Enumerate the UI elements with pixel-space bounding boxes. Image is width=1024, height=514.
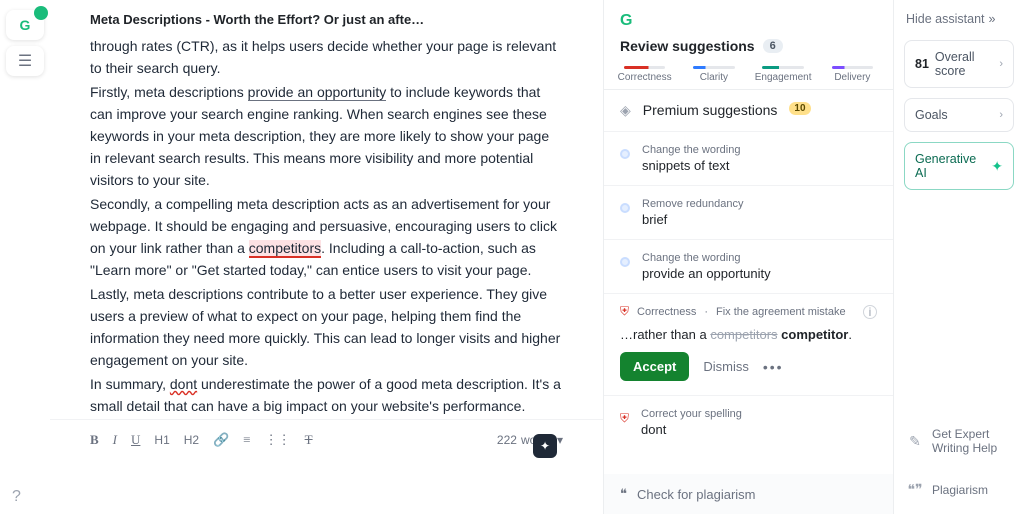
tab-label: Delivery [834, 72, 870, 83]
suggestion-card[interactable]: Remove redundancy brief [604, 186, 893, 240]
spelling-error[interactable]: dont [170, 376, 197, 392]
premium-label: Premium suggestions [643, 102, 778, 118]
italic-button[interactable]: I [113, 432, 117, 448]
goals-card[interactable]: Goals › [904, 98, 1014, 132]
rule-label: Fix the agreement mistake [716, 306, 846, 318]
sparkle-icon: ✦ [991, 158, 1003, 175]
tab-delivery[interactable]: Delivery [818, 66, 887, 83]
plagiarism-button[interactable]: ❝❞ Plagiarism [904, 473, 1014, 506]
tab-label: Engagement [755, 72, 812, 83]
dock: G ☰ ? [0, 0, 50, 514]
error-highlight[interactable]: competitors [249, 240, 321, 258]
suggestion-card[interactable]: Change the wording snippets of text [604, 132, 893, 186]
tab-clarity[interactable]: Clarity [679, 66, 748, 83]
diamond-icon: ◈ [620, 102, 631, 119]
clarity-dot-icon [620, 203, 630, 213]
numbered-list-button[interactable]: ≡ [243, 432, 250, 448]
accept-button[interactable]: Accept [620, 352, 689, 381]
grammarly-logo-icon: G [20, 17, 31, 33]
link-button[interactable]: 🔗 [213, 432, 229, 448]
more-options-button[interactable]: ••• [763, 359, 784, 375]
bold-button[interactable]: B [90, 432, 99, 448]
text: In summary, [90, 376, 170, 392]
sliders-icon: ☰ [18, 51, 32, 71]
grammarly-logo-icon: G [620, 12, 877, 30]
suggestion-text: brief [642, 212, 744, 227]
dock-tools-button[interactable]: ☰ [6, 46, 44, 76]
ai-assist-button[interactable]: ✦ [533, 434, 557, 458]
suggestion-text: snippets of text [642, 158, 740, 173]
plagiarism-label: Plagiarism [932, 483, 988, 497]
suggestion-count-badge: 6 [763, 39, 783, 53]
generative-ai-card[interactable]: Generative AI ✦ [904, 142, 1014, 190]
expanded-suggestion: ⛨ Correctness · Fix the agreement mistak… [604, 294, 893, 396]
hide-label: Hide assistant [906, 12, 985, 26]
info-icon[interactable]: i [863, 305, 877, 319]
hide-assistant-button[interactable]: Hide assistant » [904, 8, 1014, 30]
text: through rates (CTR), as it helps users d… [90, 38, 556, 76]
clarity-dot-icon [620, 257, 630, 267]
overall-score-card[interactable]: 81 Overall score › [904, 40, 1014, 88]
expert-help-button[interactable]: ✎ Get ExpertWriting Help [904, 419, 1014, 463]
chevron-right-icon: › [999, 58, 1003, 70]
person-icon: ✎ [906, 433, 924, 450]
document-title[interactable]: Meta Descriptions - Worth the Effort? Or… [50, 0, 603, 31]
editor-pane: Meta Descriptions - Worth the Effort? Or… [50, 0, 604, 514]
suggestion-hint: Remove redundancy [642, 198, 744, 210]
underline-button[interactable]: U [131, 432, 140, 448]
chevron-down-icon: ▾ [557, 433, 563, 447]
suggestion-hint: Change the wording [642, 144, 740, 156]
right-rail: Hide assistant » 81 Overall score › Goal… [894, 0, 1024, 514]
suggestion-card[interactable]: Change the wording provide an opportunit… [604, 240, 893, 294]
suggestion-text: dont [641, 422, 742, 437]
chevron-right-icon: » [989, 12, 996, 26]
quote-icon: ❝ [620, 486, 627, 502]
clear-format-button[interactable]: T [305, 432, 313, 448]
underlined-phrase[interactable]: provide an opportunity [248, 84, 387, 101]
tab-label: Clarity [700, 72, 728, 83]
panel-title: Review suggestions [620, 38, 755, 54]
tab-label: Correctness [618, 72, 672, 83]
editor-toolbar: B I U H1 H2 🔗 ≡ ⋮⋮ T 222 words ▾ [50, 419, 603, 459]
suggestion-list: ◈ Premium suggestions 10 Change the word… [604, 90, 893, 474]
h1-button[interactable]: H1 [154, 433, 169, 447]
tab-correctness[interactable]: Correctness [610, 66, 679, 83]
premium-suggestions-card[interactable]: ◈ Premium suggestions 10 [604, 90, 893, 132]
suggestion-hint: Change the wording [642, 252, 771, 264]
goals-label: Goals [915, 108, 948, 122]
score-label: Overall score [935, 50, 993, 78]
h2-button[interactable]: H2 [184, 433, 199, 447]
clarity-dot-icon [620, 149, 630, 159]
category-tabs: Correctness Clarity Engagement Delivery [604, 62, 893, 90]
quote-icon: ❝❞ [906, 481, 924, 498]
dismiss-button[interactable]: Dismiss [703, 359, 749, 374]
panel-header: G Review suggestions 6 [604, 0, 893, 62]
plagiarism-check-button[interactable]: ❝ Check for plagiarism [604, 474, 893, 514]
status-dot-icon [34, 6, 48, 20]
suggestion-text: provide an opportunity [642, 266, 771, 281]
text: Lastly, meta descriptions contribute to … [90, 283, 563, 371]
expert-help-label: Get ExpertWriting Help [932, 427, 997, 455]
text: Firstly, meta descriptions [90, 84, 248, 100]
correction-text: …rather than a competitors competitor. [620, 327, 877, 342]
generative-ai-label: Generative AI [915, 152, 985, 180]
tab-engagement[interactable]: Engagement [749, 66, 818, 83]
premium-count-badge: 10 [789, 102, 810, 115]
suggestion-card[interactable]: ⛨ Correct your spelling dont [604, 396, 893, 449]
dock-grammarly-button[interactable]: G [6, 10, 44, 40]
shield-icon: ⛨ [620, 411, 629, 426]
document-body[interactable]: through rates (CTR), as it helps users d… [50, 31, 603, 419]
suggestions-panel: G Review suggestions 6 Correctness Clari… [604, 0, 894, 514]
chevron-right-icon: › [999, 109, 1003, 121]
help-icon[interactable]: ? [12, 488, 21, 506]
shield-icon: ⛨ [620, 304, 629, 319]
bullet-list-button[interactable]: ⋮⋮ [265, 432, 291, 448]
score-number: 81 [915, 57, 929, 71]
plagiarism-label: Check for plagiarism [637, 487, 756, 502]
category-label: Correctness [637, 306, 696, 318]
word-count-number: 222 [497, 433, 517, 447]
suggestion-hint: Correct your spelling [641, 408, 742, 420]
